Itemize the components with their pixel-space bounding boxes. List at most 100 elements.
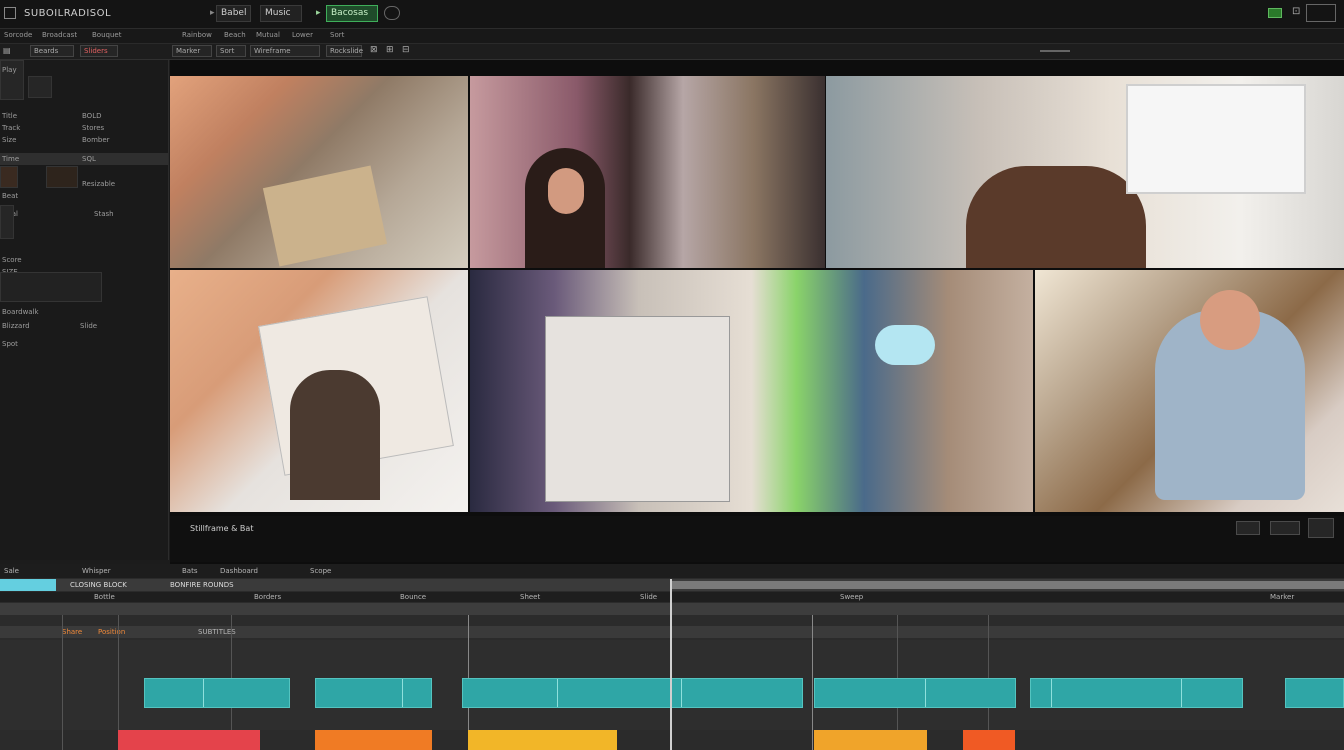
- input-field[interactable]: [0, 272, 102, 302]
- tool-item-5[interactable]: Rockslide: [326, 45, 363, 57]
- tab-music[interactable]: Music: [260, 5, 302, 22]
- video-tile-3[interactable]: [826, 76, 1344, 268]
- ruler-bar: [670, 581, 1344, 589]
- video-clip[interactable]: [315, 678, 432, 708]
- window-controls-icon[interactable]: ⊡: [1292, 6, 1300, 17]
- toolbar-item-5[interactable]: Mutual: [256, 31, 280, 39]
- playhead[interactable]: [670, 579, 672, 750]
- row-value-4[interactable]: Resizable: [82, 180, 115, 188]
- tool-item-0[interactable]: Beards: [30, 45, 74, 57]
- tile-3-figure: [966, 166, 1146, 268]
- menu-toolbar: Sorcode Broadcast Bouquet Rainbow Beach …: [0, 29, 1344, 44]
- status-badge[interactable]: Bacosas: [326, 5, 378, 22]
- tool-strip: ▤ Beards Sliders Marker Sort Wireframe R…: [0, 44, 1344, 60]
- panel-header-label: Play: [2, 66, 17, 74]
- tile-3-window: [1126, 84, 1306, 194]
- tile-5-glow: [875, 325, 935, 365]
- monitor-icon[interactable]: [1268, 8, 1282, 18]
- row-value-0[interactable]: BOLD: [82, 112, 101, 120]
- row-label-4: Beat: [2, 192, 19, 200]
- link-tool-icon[interactable]: ⊠: [370, 45, 378, 55]
- footer-label-b: Blizzard: [2, 322, 30, 330]
- marker-row: [0, 592, 1344, 602]
- marker-label-1: Borders: [254, 593, 282, 601]
- clip-edit-point: [557, 679, 558, 707]
- waveform-box-2[interactable]: [46, 166, 78, 188]
- video-tile-5[interactable]: [470, 270, 1033, 512]
- side-handle[interactable]: [0, 205, 14, 239]
- grid-line: [812, 615, 813, 750]
- timeline-tab-0[interactable]: Sale: [4, 567, 19, 575]
- split-tool-icon[interactable]: ⊞: [386, 45, 394, 55]
- audio-clip-yellow[interactable]: [468, 730, 617, 750]
- marker-label-4: Slide: [640, 593, 658, 601]
- marker-label-3: Sheet: [520, 593, 541, 601]
- ruler-label-1: BONFIRE ROUNDS: [170, 581, 234, 589]
- audio-clip-orange[interactable]: [963, 730, 1015, 750]
- timeline-tab-3[interactable]: Dashboard: [220, 567, 258, 575]
- footer-label-a: Boardwalk: [2, 308, 39, 316]
- app-title: SUBOILRADISOL: [24, 8, 112, 19]
- toolbar-item-7[interactable]: Sort: [330, 31, 344, 39]
- row-label-6: Score: [2, 256, 22, 264]
- toolbar-item-3[interactable]: Rainbow: [182, 31, 212, 39]
- video-clip[interactable]: [1030, 678, 1243, 708]
- clip-edit-point: [203, 679, 204, 707]
- video-tile-6[interactable]: [1035, 270, 1344, 512]
- audio-clip-orange[interactable]: [315, 730, 432, 750]
- footer-label-c[interactable]: Slide: [80, 322, 97, 330]
- marker-label-6: Marker: [1270, 593, 1295, 601]
- marker-label-0: Bottle: [94, 593, 115, 601]
- zoom-slider[interactable]: [1040, 50, 1070, 52]
- toolbar-item-4[interactable]: Beach: [224, 31, 246, 39]
- audio-clip-red[interactable]: [118, 730, 260, 750]
- video-tile-4[interactable]: [170, 270, 468, 512]
- timeline-tab-2[interactable]: Bats: [182, 567, 197, 575]
- next-frame-button[interactable]: [1270, 521, 1300, 535]
- video-clip[interactable]: [462, 678, 803, 708]
- row-value-2[interactable]: Bomber: [82, 136, 110, 144]
- tool-item-2[interactable]: Marker: [172, 45, 212, 57]
- grid-line: [62, 615, 63, 750]
- app-logo-icon: [4, 7, 16, 19]
- thumbnail-box[interactable]: [28, 76, 52, 98]
- toolbar-item-0[interactable]: Sorcode: [4, 31, 32, 39]
- row-label-1: Track: [2, 124, 21, 132]
- row-value-5[interactable]: Stash: [94, 210, 114, 218]
- row-value-1[interactable]: Stores: [82, 124, 104, 132]
- toolbar-item-2[interactable]: Bouquet: [92, 31, 121, 39]
- clip-edit-point: [1051, 679, 1052, 707]
- tool-item-1[interactable]: Sliders: [80, 45, 118, 57]
- video-clip[interactable]: [144, 678, 290, 708]
- track-label-1: Position: [98, 628, 126, 636]
- tool-item-3[interactable]: Sort: [216, 45, 246, 57]
- viewer-controls: [170, 516, 1344, 562]
- tab-babel[interactable]: Babel: [216, 5, 252, 22]
- timeline-tab-4[interactable]: Scope: [310, 567, 331, 575]
- row-value-3[interactable]: SQL: [82, 155, 96, 163]
- inspector-panel: Play Title BOLD Track Stores Size Bomber…: [0, 60, 169, 560]
- video-tile-2[interactable]: [470, 76, 825, 268]
- link-icon[interactable]: [384, 6, 400, 20]
- timeline-tab-1[interactable]: Whisper: [82, 567, 111, 575]
- clip-edit-point: [1181, 679, 1182, 707]
- footer-label-d[interactable]: Spot: [2, 340, 18, 348]
- video-clip[interactable]: [1285, 678, 1344, 708]
- menu-icon[interactable]: ▤: [3, 46, 11, 55]
- fullscreen-button[interactable]: [1308, 518, 1334, 538]
- ruler-highlight: [0, 579, 56, 591]
- audio-clip-yellow[interactable]: [814, 730, 927, 750]
- toolbar-item-6[interactable]: Lower: [292, 31, 313, 39]
- snap-tool-icon[interactable]: ⊟: [402, 45, 410, 55]
- tile-5-box: [545, 316, 730, 502]
- play-icon[interactable]: ▸: [316, 8, 321, 18]
- previous-frame-button[interactable]: [1236, 521, 1260, 535]
- ruler-label-0: CLOSING BLOCK: [70, 581, 127, 589]
- tool-item-4[interactable]: Wireframe: [250, 45, 320, 57]
- window-frame: [1306, 4, 1336, 22]
- waveform-box[interactable]: [0, 166, 18, 188]
- toolbar-item-1[interactable]: Broadcast: [42, 31, 77, 39]
- track-label-0: Share: [62, 628, 83, 636]
- video-tile-1[interactable]: [170, 76, 468, 268]
- video-clip[interactable]: [814, 678, 1016, 708]
